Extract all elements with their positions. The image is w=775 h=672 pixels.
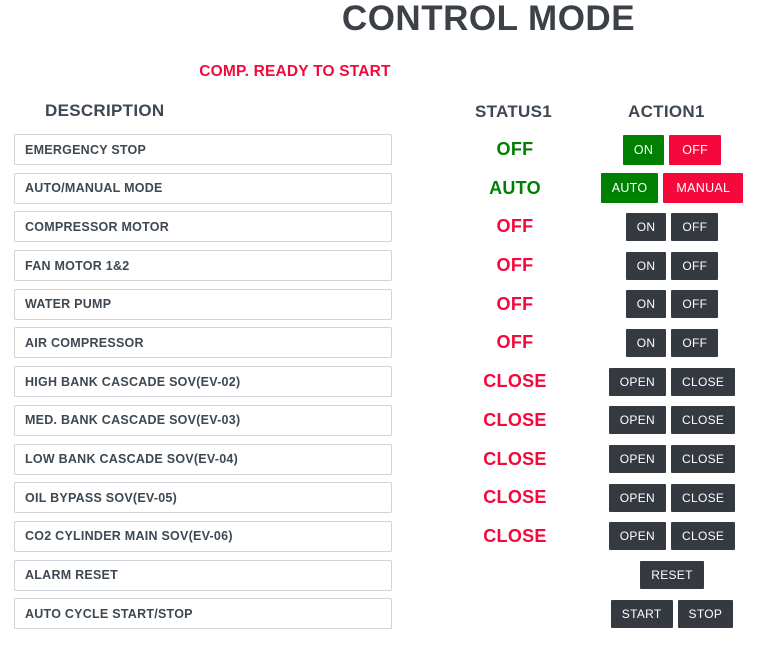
action-group-alarm-reset: RESET xyxy=(592,560,752,591)
action-group-fan-motor-1-2: ON OFF xyxy=(592,250,752,281)
table-row: WATER PUMP OFF ON OFF xyxy=(0,288,775,328)
table-row: COMPRESSOR MOTOR OFF ON OFF xyxy=(0,211,775,250)
description-field-air-compressor[interactable]: AIR COMPRESSOR xyxy=(14,327,392,359)
description-field-high-bank-cascade-sov-ev-02[interactable]: HIGH BANK CASCADE SOV(EV-02) xyxy=(14,366,392,398)
on-button-fan-motor-1-2[interactable]: ON xyxy=(625,251,667,280)
off-button-compressor-motor[interactable]: OFF xyxy=(671,212,719,241)
table-row: MED. BANK CASCADE SOV(EV-03) CLOSE OPEN CLO… xyxy=(0,404,775,444)
on-button-air-compressor[interactable]: ON xyxy=(625,328,667,357)
open-button-low-bank-cascade-sov-ev-04[interactable]: OPEN xyxy=(608,445,667,473)
status-value-med-bank-cascade-sov-ev-03: CLOSE xyxy=(483,409,547,430)
description-field-low-bank-cascade-sov-ev-04[interactable]: LOW BANK CASCADE SOV(EV-04) xyxy=(14,443,392,475)
description-field-auto-cycle-start-stop[interactable]: AUTO CYCLE START/STOP xyxy=(14,598,392,630)
reset-button-alarm-reset[interactable]: RESET xyxy=(640,561,704,590)
action-group-high-bank-cascade-sov-ev-02: OPEN CLOSE xyxy=(592,366,752,397)
action-group-air-compressor: ON OFF xyxy=(592,327,752,358)
open-button-high-bank-cascade-sov-ev-02[interactable]: OPEN xyxy=(608,367,667,396)
table-row: ALARM RESET RESET xyxy=(0,559,775,599)
action-group-emergency-stop: ON OFF xyxy=(592,134,752,165)
action-group-auto-manual-mode: AUTO MANUAL xyxy=(592,173,752,204)
off-button-emergency-stop[interactable]: OFF xyxy=(669,134,722,165)
manual-button-auto-manual-mode[interactable]: MANUAL xyxy=(663,173,744,204)
on-button-compressor-motor[interactable]: ON xyxy=(625,212,667,241)
column-header-status1: STATUS1 xyxy=(475,102,553,121)
action-group-auto-cycle-start-stop: START STOP xyxy=(592,598,752,629)
description-field-auto-manual-mode[interactable]: AUTO/MANUAL MODE xyxy=(14,172,392,204)
open-button-med-bank-cascade-sov-ev-03[interactable]: OPEN xyxy=(608,406,667,435)
auto-button-auto-manual-mode[interactable]: AUTO xyxy=(600,173,659,204)
on-button-water-pump[interactable]: ON xyxy=(625,290,667,319)
status-value-oil-bypass-sov-ev-05: CLOSE xyxy=(483,487,547,508)
table-row: AUTO/MANUAL MODE AUTO AUTO MANUAL xyxy=(0,172,775,212)
description-field-fan-motor-1-2[interactable]: FAN MOTOR 1&2 xyxy=(14,250,392,282)
on-button-emergency-stop[interactable]: ON xyxy=(622,134,665,165)
status-value-co2-cylinder-main-sov-ev-06: CLOSE xyxy=(483,525,547,546)
description-field-alarm-reset[interactable]: ALARM RESET xyxy=(14,559,392,591)
action-group-compressor-motor: ON OFF xyxy=(592,211,752,242)
off-button-air-compressor[interactable]: OFF xyxy=(671,328,719,357)
action-group-co2-cylinder-main-sov-ev-06: OPEN CLOSE xyxy=(592,521,752,552)
close-button-low-bank-cascade-sov-ev-04[interactable]: CLOSE xyxy=(671,445,736,473)
table-row: CO2 CYLINDER MAIN SOV(EV-06) CLOSE OPEN CLO… xyxy=(0,520,775,560)
off-button-fan-motor-1-2[interactable]: OFF xyxy=(671,251,719,280)
description-field-water-pump[interactable]: WATER PUMP xyxy=(14,288,392,320)
table-row: LOW BANK CASCADE SOV(EV-04) CLOSE OPEN CLOS… xyxy=(0,443,775,483)
action-group-med-bank-cascade-sov-ev-03: OPEN CLOSE xyxy=(592,405,752,436)
close-button-high-bank-cascade-sov-ev-02[interactable]: CLOSE xyxy=(671,367,736,396)
status-value-emergency-stop: OFF xyxy=(496,139,534,159)
status-value-high-bank-cascade-sov-ev-02: CLOSE xyxy=(483,371,547,392)
status-banner: COMP. READY TO START xyxy=(199,63,391,80)
start-button-auto-cycle-start-stop[interactable]: START xyxy=(610,599,673,628)
table-row: AUTO CYCLE START/STOP START STOP xyxy=(0,598,775,637)
action-group-oil-bypass-sov-ev-05: OPEN CLOSE xyxy=(592,482,752,513)
off-button-water-pump[interactable]: OFF xyxy=(671,290,719,319)
table-row: HIGH BANK CASCADE SOV(EV-02) CLOSE OPEN CLO… xyxy=(0,366,775,405)
description-field-compressor-motor[interactable]: COMPRESSOR MOTOR xyxy=(14,211,392,243)
action-group-water-pump: ON OFF xyxy=(592,289,752,320)
status-value-low-bank-cascade-sov-ev-04: CLOSE xyxy=(483,448,547,469)
status-value-auto-manual-mode: AUTO xyxy=(489,177,541,198)
open-button-co2-cylinder-main-sov-ev-06[interactable]: OPEN xyxy=(608,522,667,551)
page-title: CONTROL MODE xyxy=(341,0,636,38)
description-field-co2-cylinder-main-sov-ev-06[interactable]: CO2 CYLINDER MAIN SOV(EV-06) xyxy=(14,520,392,552)
column-header-action1: ACTION1 xyxy=(628,102,705,121)
close-button-med-bank-cascade-sov-ev-03[interactable]: CLOSE xyxy=(671,406,736,435)
close-button-co2-cylinder-main-sov-ev-06[interactable]: CLOSE xyxy=(671,522,736,551)
status-value-fan-motor-1-2: OFF xyxy=(496,255,534,276)
status-value-air-compressor: OFF xyxy=(496,332,534,353)
close-button-oil-bypass-sov-ev-05[interactable]: CLOSE xyxy=(671,483,736,512)
column-header-description: DESCRIPTION xyxy=(45,101,165,120)
table-row: AIR COMPRESSOR OFF ON OFF xyxy=(0,327,775,366)
table-row: EMERGENCY STOP OFF ON OFF xyxy=(0,134,775,173)
status-value-compressor-motor: OFF xyxy=(496,216,534,237)
control-rows: EMERGENCY STOP OFF ON OFF AUTO/MANUAL MODE AU… xyxy=(0,134,775,637)
description-field-oil-bypass-sov-ev-05[interactable]: OIL BYPASS SOV(EV-05) xyxy=(14,482,392,514)
table-row: FAN MOTOR 1&2 OFF ON OFF xyxy=(0,250,775,289)
status-value-water-pump: OFF xyxy=(496,293,534,314)
action-group-low-bank-cascade-sov-ev-04: OPEN CLOSE xyxy=(592,444,752,475)
status-value-alarm-reset xyxy=(440,560,590,591)
stop-button-auto-cycle-start-stop[interactable]: STOP xyxy=(677,599,734,628)
table-row: OIL BYPASS SOV(EV-05) CLOSE OPEN CLOSE xyxy=(0,482,775,521)
description-field-emergency-stop[interactable]: EMERGENCY STOP xyxy=(14,134,392,165)
status-value-auto-cycle-start-stop xyxy=(440,598,590,629)
open-button-oil-bypass-sov-ev-05[interactable]: OPEN xyxy=(608,483,667,512)
description-field-med-bank-cascade-sov-ev-03[interactable]: MED. BANK CASCADE SOV(EV-03) xyxy=(14,404,392,436)
